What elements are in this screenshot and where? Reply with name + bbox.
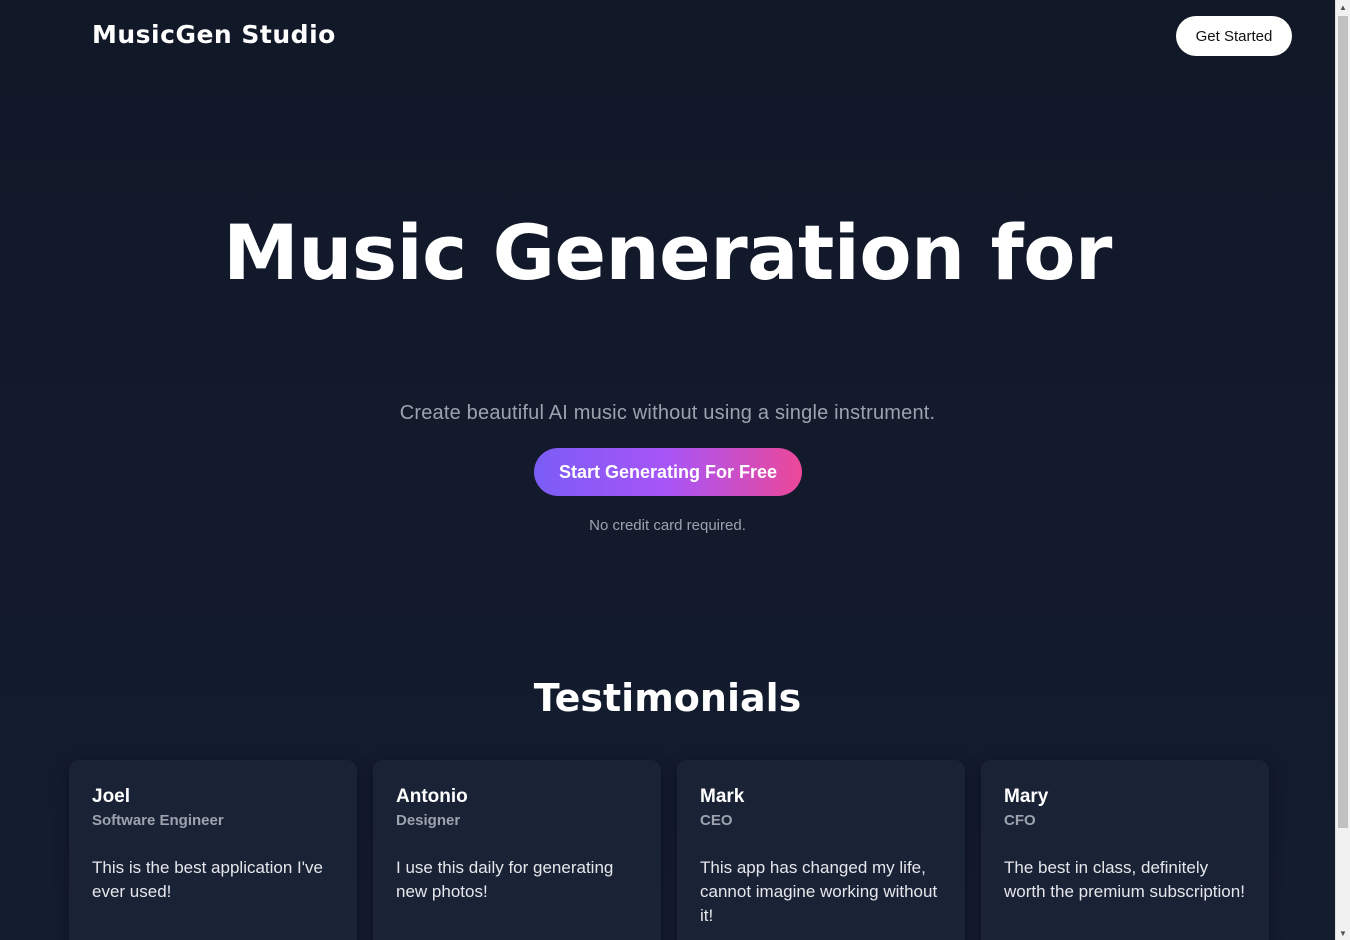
hero-subtitle: Create beautiful AI music without using …: [399, 402, 936, 424]
testimonial-text: The best in class, definitely worth the …: [1004, 858, 1245, 901]
get-started-button[interactable]: Get Started: [1176, 16, 1292, 56]
testimonial-card: Antonio Designer I use this daily for ge…: [373, 760, 661, 940]
triangle-down-icon[interactable]: ▼: [1336, 926, 1350, 940]
start-generating-button[interactable]: Start Generating For Free: [534, 448, 802, 496]
hero-title: Music Generation for: [223, 208, 1112, 297]
testimonial-name: Joel: [92, 786, 131, 807]
testimonial-role: CEO: [700, 812, 733, 829]
scrollbar-thumb[interactable]: [1338, 16, 1348, 828]
triangle-up-icon[interactable]: ▲: [1336, 0, 1350, 14]
testimonials-list: Joel Software Engineer This is the best …: [69, 760, 1269, 940]
landing-page: MusicGen Studio Get Started Music Genera…: [0, 0, 1335, 940]
testimonial-role: Designer: [396, 812, 461, 829]
testimonial-name: Antonio: [396, 786, 468, 807]
testimonial-role: Software Engineer: [92, 812, 224, 829]
vertical-scrollbar[interactable]: ▲ ▼: [1335, 0, 1350, 940]
no-credit-card-note: No credit card required.: [589, 517, 746, 534]
testimonial-text: This is the best application I've ever u…: [92, 858, 323, 901]
brand-logo[interactable]: MusicGen Studio: [92, 20, 336, 49]
testimonial-card: Joel Software Engineer This is the best …: [69, 760, 357, 940]
testimonial-card: Mary CFO The best in class, definitely w…: [981, 760, 1269, 940]
testimonial-text: I use this daily for generating new phot…: [396, 858, 614, 901]
testimonial-name: Mark: [700, 786, 745, 807]
testimonial-role: CFO: [1004, 812, 1036, 829]
testimonials-heading: Testimonials: [533, 676, 802, 720]
testimonial-text: This app has changed my life, cannot ima…: [700, 858, 938, 925]
testimonial-card: Mark CEO This app has changed my life, c…: [677, 760, 965, 940]
testimonial-name: Mary: [1004, 786, 1049, 807]
